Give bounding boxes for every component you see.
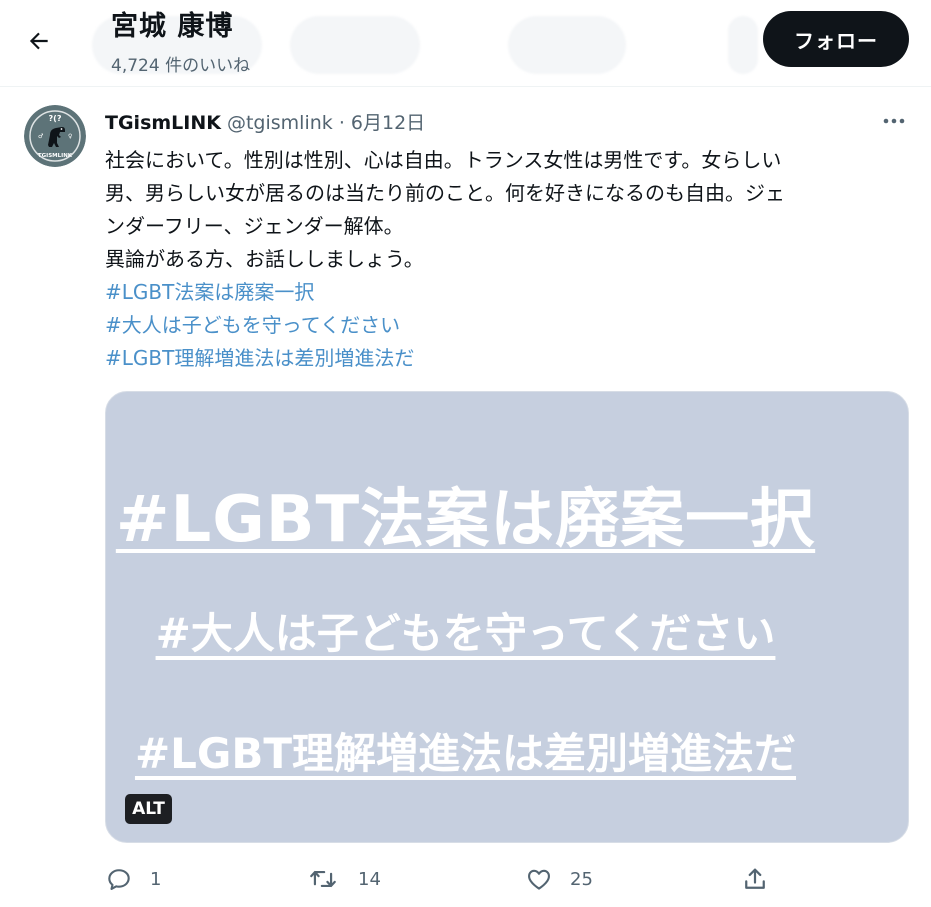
profile-title: 宮城 康博 <box>111 11 234 42</box>
like-button[interactable]: 25 <box>524 862 593 896</box>
ghost-tab-decoration <box>290 16 420 74</box>
like-icon <box>528 869 550 890</box>
tweet-text-line: 社会において。性別は性別、心は自由。トランス女性は男性です。女らしい <box>105 148 782 172</box>
hashtag-link[interactable]: #LGBT法案は廃案一択 <box>105 276 915 309</box>
svg-text:♀: ♀ <box>68 133 72 140</box>
tweet-text-line: 異論がある方、お話ししましょう。 <box>105 247 424 271</box>
hashtag-link[interactable]: #LGBT理解増進法は差別増進法だ <box>105 342 915 375</box>
image-text-line: #LGBT法案は廃案一択 <box>115 483 816 557</box>
follow-button[interactable]: フォロー <box>763 11 909 67</box>
reply-count: 1 <box>150 868 162 890</box>
image-text-line: #大人は子どもを守ってください <box>155 609 776 658</box>
svg-text:♂: ♂ <box>38 133 43 140</box>
tweet-text: 社会において。性別は性別、心は自由。トランス女性は男性です。女らしい 男、男らし… <box>105 144 915 375</box>
hashtag-link[interactable]: #大人は子どもを守ってください <box>105 309 915 342</box>
reply-icon <box>108 869 130 890</box>
top-header: 宮城 康博 4,724 件のいいね フォロー <box>0 0 931 87</box>
tweet-header: TGismLINK @tgismlink · 6月12日 <box>105 108 425 135</box>
reply-button[interactable]: 1 <box>104 862 161 896</box>
tweet-text-line: 男、男らしい女が居るのは当たり前のこと。何を好きになるのも自由。ジェ <box>105 181 785 205</box>
display-name[interactable]: TGismLINK <box>105 112 221 134</box>
svg-text:?(?: ?(? <box>49 114 62 123</box>
svg-text:TGISMLINK: TGISMLINK <box>38 153 73 159</box>
ghost-tab-decoration <box>728 16 758 74</box>
ghost-tab-decoration <box>508 16 626 74</box>
more-icon <box>883 118 905 124</box>
like-count: 25 <box>570 868 593 890</box>
share-button[interactable] <box>740 862 770 896</box>
alt-text-badge[interactable]: ALT <box>125 794 172 824</box>
more-options-button[interactable] <box>876 108 912 134</box>
retweet-button[interactable]: 14 <box>308 862 381 896</box>
tweet-text-line: ンダーフリー、ジェンダー解体。 <box>105 214 404 238</box>
retweet-icon <box>310 870 336 888</box>
avatar[interactable]: ?(? TGISMLINK ♂ ♀ <box>24 105 86 167</box>
back-button[interactable] <box>18 20 60 62</box>
share-icon <box>745 868 765 889</box>
image-text-line: #LGBT理解増進法は差別増進法だ <box>134 729 797 778</box>
retweet-count: 14 <box>358 868 381 890</box>
avatar-logo: ?(? TGISMLINK ♂ ♀ <box>24 105 86 167</box>
handle-and-date[interactable]: @tgismlink · 6月12日 <box>227 112 425 134</box>
likes-count-subtitle: 4,724 件のいいね <box>111 56 251 76</box>
back-arrow-icon <box>29 32 48 50</box>
